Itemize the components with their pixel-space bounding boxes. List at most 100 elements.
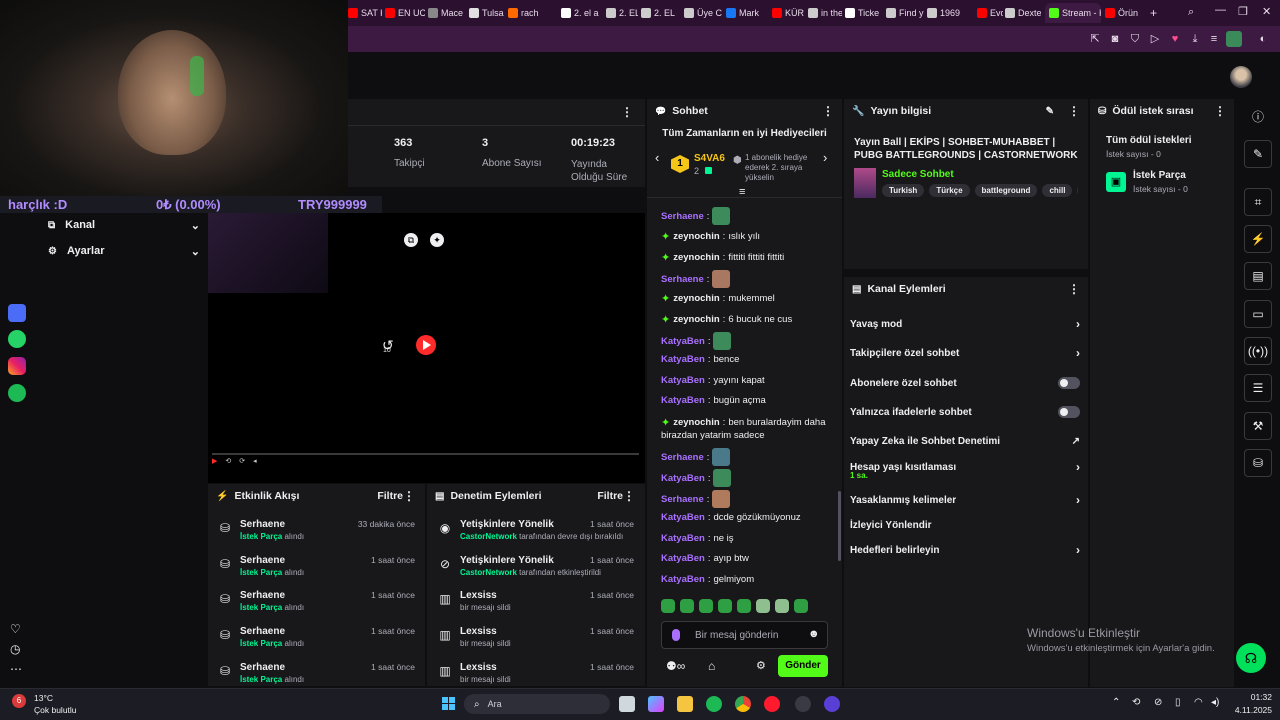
chat-username[interactable]: zeynochin [673,231,719,242]
browser-tab[interactable]: EN UC [385,3,425,23]
browser-tab[interactable]: Tulsa [469,3,505,23]
channel-action-item[interactable]: Yalnızca ifadelerle sohbet [848,404,1080,420]
chat-scrollbar[interactable] [838,491,841,561]
chat-message[interactable]: KatyaBen: [661,332,732,350]
channel-action-item[interactable]: İzleyici Yönlendir [848,517,1080,533]
browser-tab[interactable]: 2. EL [641,3,681,23]
chat-username[interactable]: zeynochin [673,314,719,325]
chat-username[interactable]: KatyaBen [661,336,705,347]
share-icon[interactable]: ⇱ [1088,32,1102,46]
toggle-switch[interactable] [1058,406,1080,418]
chrome-icon[interactable] [735,696,751,712]
store-icon[interactable]: ⌂ [708,659,715,673]
browser-tab[interactable]: KÜRŞ [772,3,804,23]
chat-message[interactable]: Serhaene: [661,207,731,225]
opera-icon[interactable] [764,696,780,712]
chat-message[interactable]: KatyaBen: yayını kapat [661,375,765,386]
browser-tab[interactable]: Mark [726,3,768,23]
wrench-side-icon[interactable]: ⚒ [1244,412,1272,440]
chat-username[interactable]: KatyaBen [661,533,705,544]
channel-action-item[interactable]: Yapay Zeka ile Sohbet Denetimi ↗ [848,433,1080,449]
tray-sync-icon[interactable]: ⟲ [1132,697,1140,708]
category-link[interactable]: Sadece Sohbet [882,169,954,180]
browser-tab[interactable]: Ticke [845,3,883,23]
chat-username[interactable]: KatyaBen [661,375,705,386]
app-icon[interactable] [8,304,26,322]
taskbar-search[interactable]: ⌕ Ara [464,694,610,714]
browser-tab[interactable]: in the [808,3,842,23]
loop-icon[interactable]: ⟲ [225,457,231,469]
activity-item[interactable]: ⛁ Serhaene İstek Parça alındı 33 dakika önc… [210,519,415,553]
menu-icon[interactable]: ≡ [1207,32,1221,46]
stats-more-icon[interactable]: ⋮ [621,105,633,119]
chat-message[interactable]: ✦ zeynochin:6 bucuk ne cus [661,313,792,326]
browser-tab[interactable]: 2. EL [606,3,638,23]
chat-username[interactable]: KatyaBen [661,512,705,523]
emote-picker-icon[interactable] [775,599,789,613]
whatsapp-icon[interactable] [8,330,26,348]
file-explorer-icon[interactable] [677,696,693,712]
activity-item[interactable]: ⛁ Serhaene İstek Parça alındı 1 saat önce [210,555,415,589]
clock-time[interactable]: 01:32 [1236,692,1272,702]
chat-username[interactable]: Serhaene [661,211,704,222]
browser-tab[interactable]: Stream - K [1045,3,1101,23]
chat-username[interactable]: KatyaBen [661,574,705,585]
moderation-filter-button[interactable]: Filtre [597,490,623,502]
tray-mute-icon[interactable]: ⊘ [1154,697,1162,708]
activity-user[interactable]: Serhaene [240,590,285,601]
moderation-item[interactable]: ◉ Yetişkinlere Yönelik CastorNetwork taraf… [430,519,634,553]
skip-icon[interactable]: ⟳ [239,457,245,469]
broadcast-icon[interactable]: ((•)) [1244,337,1272,365]
emote-picker-icon[interactable] [718,599,732,613]
edit-icon[interactable]: ✎ [1046,106,1054,117]
chat-username[interactable]: zeynochin [673,252,719,263]
start-icon[interactable] [442,697,455,710]
chat-message[interactable]: Serhaene: [661,448,731,466]
pencil-icon[interactable]: ✎ [1244,140,1272,168]
chat-side-icon[interactable]: ▭ [1244,300,1272,328]
chat-username[interactable]: KatyaBen [661,553,705,564]
chat-username[interactable]: KatyaBen [661,354,705,365]
sidebar-toggle-icon[interactable]: ◐ [1256,32,1270,46]
channel-action-item[interactable]: Hedefleri belirleyin › [848,542,1080,558]
activity-item[interactable]: ⛁ Serhaene İstek Parça alındı 1 saat önce [210,662,415,696]
stream-tag[interactable]: battleground [974,184,1038,197]
heart-icon[interactable]: ♥ [1168,32,1182,46]
info-circle-icon[interactable]: ⓘ [1244,102,1272,130]
chat-message[interactable]: KatyaBen: dcde gözükmüyonuz [661,512,801,523]
emote-picker-icon[interactable] [680,599,694,613]
chat-username[interactable]: Serhaene [661,274,704,285]
app-taskbar-icon[interactable] [824,696,840,712]
scan-icon[interactable]: ⌗ [1244,188,1272,216]
spotify-icon[interactable] [8,384,26,402]
shield-icon[interactable]: ⛉ [1128,32,1142,46]
top-gifter-name[interactable]: S4VA6 [694,153,725,164]
avatar[interactable] [1230,66,1252,88]
activity-filter-button[interactable]: Filtre [377,490,403,502]
tray-chevron-icon[interactable]: ⌃ [1112,697,1120,708]
nav-item-ayarlar[interactable]: ⚙ Ayarlar ⌄ [40,241,200,261]
chat-message[interactable]: KatyaBen: gelmiyom [661,574,754,585]
browser-tab[interactable]: Üye C [684,3,722,23]
play-small-icon[interactable]: ▶ [212,457,217,469]
extension-icon[interactable] [1226,31,1242,47]
stream-tag[interactable]: Türkçe [929,184,970,197]
chat-username[interactable]: KatyaBen [661,473,705,484]
activity-user[interactable]: Serhaene [240,662,285,673]
more-icon[interactable]: ⋯ [10,662,22,676]
browser-tab[interactable]: Dexte [1005,3,1041,23]
mic-icon[interactable] [672,629,680,641]
moderation-more-icon[interactable]: ⋮ [623,489,635,503]
search-tabs-icon[interactable]: ⌕ [1188,6,1194,19]
next-chevron-icon[interactable]: › [823,150,827,165]
chat-message[interactable]: KatyaBen: ne iş [661,533,734,544]
video-progress-bar[interactable] [212,453,639,455]
copilot-icon[interactable] [648,696,664,712]
browser-tab[interactable]: Find y [886,3,924,23]
users-icon[interactable]: ⚉∞ [666,659,685,673]
activity-user[interactable]: Serhaene [240,519,285,530]
emote-picker-icon[interactable] [737,599,751,613]
chat-input[interactable]: Bir mesaj gönderin ☻ [661,621,828,649]
support-icon[interactable]: ☊ [1236,643,1266,673]
nav-item-kanal[interactable]: ⧉ Kanal ⌄ [40,215,200,235]
